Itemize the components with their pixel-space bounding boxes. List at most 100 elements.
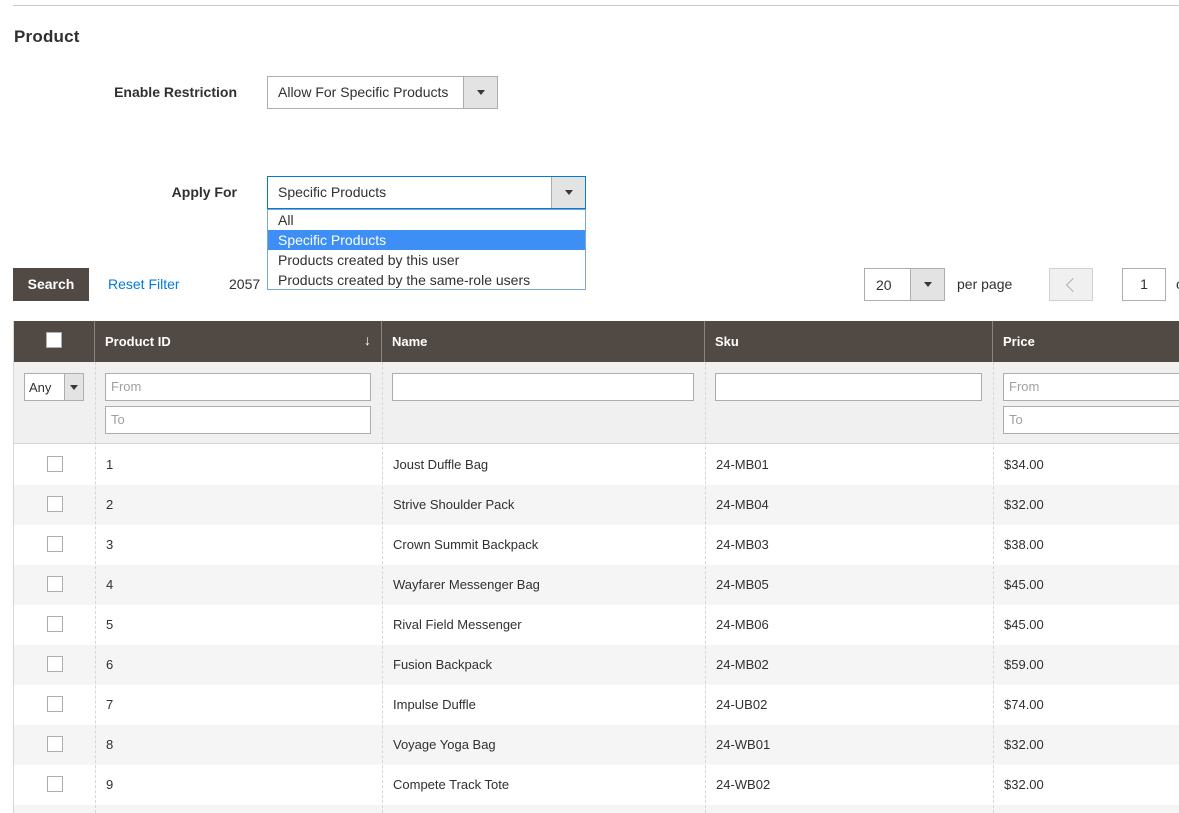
apply-for-option-all[interactable]: All (268, 210, 585, 230)
grid-header: Product ID ↓ Name Sku Price (14, 321, 1179, 362)
cell-name: Joust Duffle Bag (393, 457, 489, 472)
row-checkbox[interactable] (47, 616, 63, 632)
cell-sku: 24-MB03 (716, 537, 769, 552)
row-checkbox[interactable] (47, 576, 63, 592)
row-checkbox[interactable] (47, 736, 63, 752)
cell-price: $32.00 (1004, 497, 1044, 512)
sort-arrow-icon: ↓ (364, 332, 371, 348)
products-grid: Product ID ↓ Name Sku Price Any From To … (13, 321, 1179, 813)
cell-name: Impulse Duffle (393, 697, 476, 712)
cell-price: $45.00 (1004, 577, 1044, 592)
previous-page-button[interactable] (1049, 268, 1093, 301)
row-checkbox[interactable] (47, 656, 63, 672)
section-title: Product (14, 27, 80, 46)
cell-price: $38.00 (1004, 537, 1044, 552)
header-select-cell (14, 321, 95, 362)
per-page-label: per page (957, 276, 1013, 292)
chevron-down-icon[interactable] (910, 269, 944, 300)
table-row[interactable]: 6 Fusion Backpack 24-MB02 $59.00 (14, 645, 1179, 685)
cell-product-id: 8 (106, 737, 114, 752)
cell-product-id: 3 (106, 537, 114, 552)
cell-sku: 24-WB01 (716, 737, 771, 752)
records-count: 2057 (229, 276, 261, 292)
cell-sku: 24-WB02 (716, 777, 771, 792)
reset-filter-link[interactable]: Reset Filter (108, 276, 180, 292)
row-checkbox[interactable] (47, 696, 63, 712)
any-filter-value: Any (29, 380, 52, 395)
chevron-down-icon[interactable] (463, 77, 497, 108)
cell-name: Rival Field Messenger (393, 617, 522, 632)
apply-for-dropdown: All Specific Products Products created b… (267, 209, 586, 290)
header-price[interactable]: Price (993, 321, 1179, 362)
cell-name: Crown Summit Backpack (393, 537, 539, 552)
cell-sku: 24-MB02 (716, 657, 769, 672)
cell-product-id: 9 (106, 777, 114, 792)
filter-row: Any From To From To (14, 362, 1179, 444)
header-name[interactable]: Name (382, 321, 705, 362)
table-row[interactable]: 4 Wayfarer Messenger Bag 24-MB05 $45.00 (14, 565, 1179, 605)
per-page-select[interactable]: 20 (864, 268, 945, 301)
cell-product-id: 2 (106, 497, 114, 512)
cell-price: $34.00 (1004, 457, 1044, 472)
apply-for-label: Apply For (171, 184, 237, 200)
row-checkbox[interactable] (47, 776, 63, 792)
cell-price: $74.00 (1004, 697, 1044, 712)
table-row[interactable]: 8 Voyage Yoga Bag 24-WB01 $32.00 (14, 725, 1179, 765)
table-row[interactable]: 3 Crown Summit Backpack 24-MB03 $38.00 (14, 525, 1179, 565)
apply-for-value: Specific Products (278, 184, 387, 200)
cell-price: $59.00 (1004, 657, 1044, 672)
cell-price: $45.00 (1004, 617, 1044, 632)
cell-name: Strive Shoulder Pack (393, 497, 515, 512)
apply-for-option-this-user[interactable]: Products created by this user (268, 250, 585, 270)
row-checkbox[interactable] (47, 456, 63, 472)
apply-for-option-same-role[interactable]: Products created by the same-role users (268, 270, 585, 290)
cell-name: Wayfarer Messenger Bag (393, 577, 540, 592)
cell-product-id: 4 (106, 577, 114, 592)
price-to-input[interactable]: To (1003, 406, 1179, 434)
cell-product-id: 6 (106, 657, 114, 672)
cell-name: Voyage Yoga Bag (393, 737, 496, 752)
per-page-value: 20 (876, 277, 892, 293)
select-all-checkbox[interactable] (46, 332, 62, 348)
table-row[interactable]: 5 Rival Field Messenger 24-MB06 $45.00 (14, 605, 1179, 645)
cell-name: Compete Track Tote (393, 777, 510, 792)
column-divider (95, 362, 96, 813)
table-row[interactable]: 1 Joust Duffle Bag 24-MB01 $34.00 (14, 445, 1179, 485)
cell-price: $32.00 (1004, 777, 1044, 792)
table-row[interactable] (14, 805, 1179, 813)
enable-restriction-select[interactable]: Allow For Specific Products (267, 76, 498, 109)
chevron-down-icon[interactable] (551, 177, 585, 208)
sku-filter-input[interactable] (715, 373, 982, 401)
row-checkbox[interactable] (47, 496, 63, 512)
apply-for-select[interactable]: Specific Products (267, 176, 586, 209)
column-divider (382, 362, 383, 813)
apply-for-option-specific[interactable]: Specific Products (268, 230, 585, 250)
cell-name: Fusion Backpack (393, 657, 492, 672)
column-divider (993, 362, 994, 813)
header-sku[interactable]: Sku (705, 321, 993, 362)
cell-sku: 24-MB01 (716, 457, 769, 472)
search-button[interactable]: Search (13, 268, 89, 301)
enable-restriction-value: Allow For Specific Products (278, 84, 449, 100)
cell-sku: 24-MB04 (716, 497, 769, 512)
product-id-to-input[interactable]: To (105, 406, 371, 434)
cell-product-id: 7 (106, 697, 114, 712)
header-product-id-label: Product ID (105, 334, 171, 349)
price-from-input[interactable]: From (1003, 373, 1179, 401)
header-product-id[interactable]: Product ID ↓ (95, 321, 382, 362)
cell-sku: 24-MB05 (716, 577, 769, 592)
cell-product-id: 5 (106, 617, 114, 632)
any-filter-select[interactable]: Any (24, 373, 84, 401)
name-filter-input[interactable] (392, 373, 694, 401)
cell-price: $32.00 (1004, 737, 1044, 752)
table-row[interactable]: 9 Compete Track Tote 24-WB02 $32.00 (14, 765, 1179, 805)
row-checkbox[interactable] (47, 536, 63, 552)
cell-sku: 24-UB02 (716, 697, 768, 712)
page-number-input[interactable]: 1 (1122, 268, 1166, 301)
chevron-down-icon[interactable] (64, 374, 83, 400)
column-divider (705, 362, 706, 813)
enable-restriction-label: Enable Restriction (114, 84, 237, 100)
product-id-from-input[interactable]: From (105, 373, 371, 401)
table-row[interactable]: 2 Strive Shoulder Pack 24-MB04 $32.00 (14, 485, 1179, 525)
table-row[interactable]: 7 Impulse Duffle 24-UB02 $74.00 (14, 685, 1179, 725)
